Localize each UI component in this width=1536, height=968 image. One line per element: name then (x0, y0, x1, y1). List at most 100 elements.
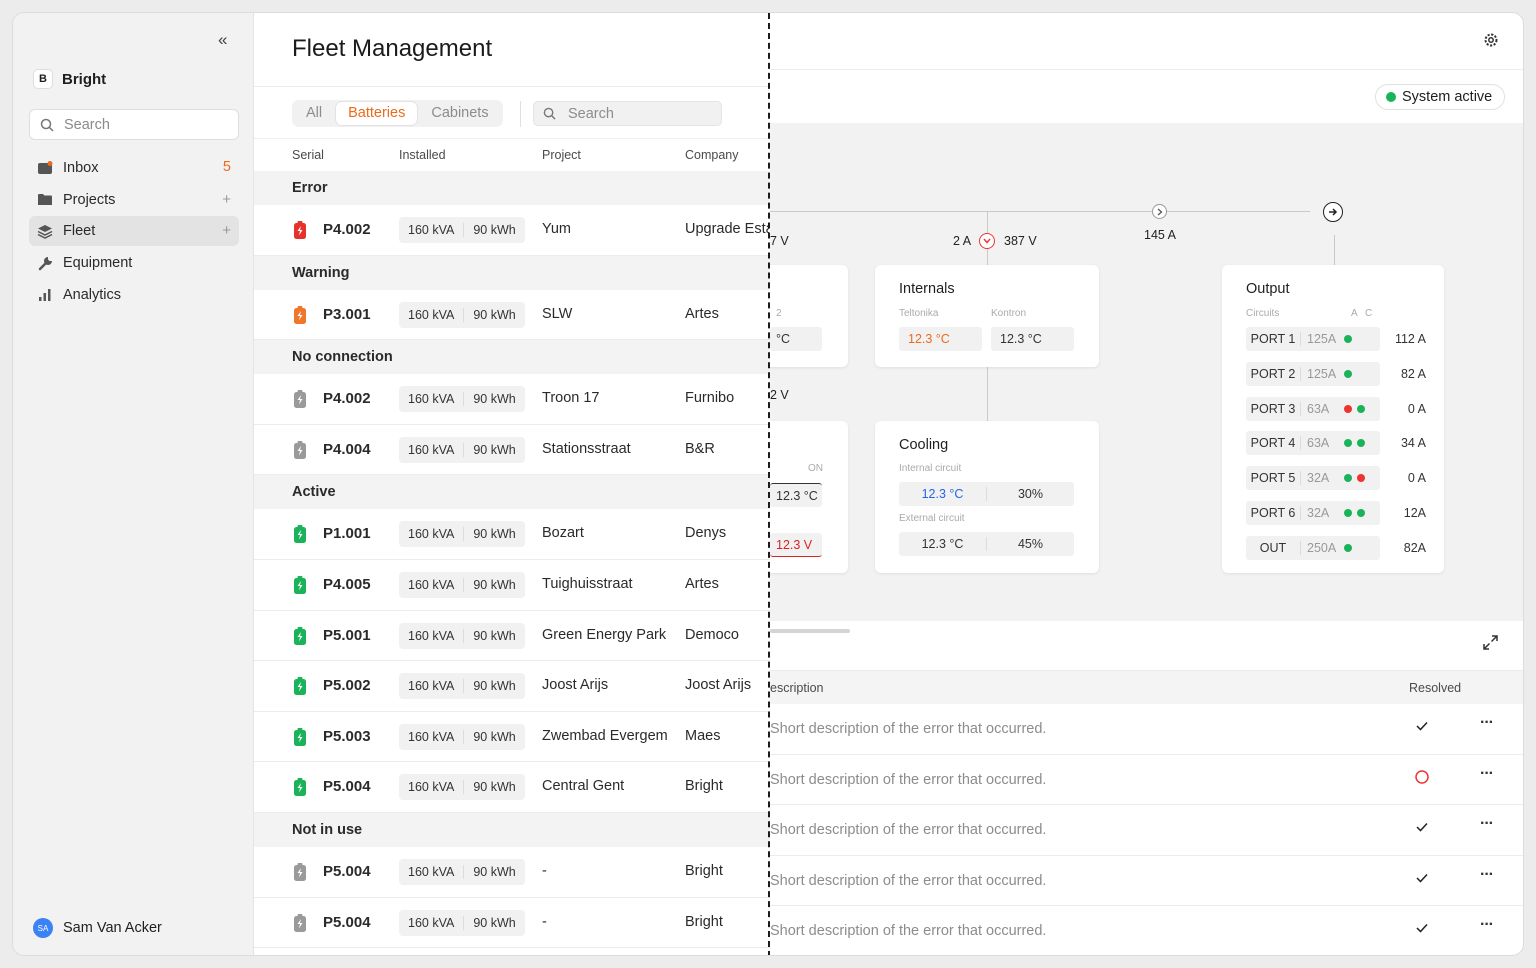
chevron-right-icon[interactable] (1152, 204, 1167, 219)
green-status-dot (1344, 474, 1352, 483)
capacity-rating: 90 kWh (463, 729, 524, 744)
check-icon (1416, 823, 1428, 832)
column-header-project[interactable]: Project (542, 148, 581, 162)
bus-line (770, 211, 1310, 212)
arrow-right-icon[interactable] (1323, 202, 1343, 222)
more-options-icon[interactable]: ··· (1480, 916, 1494, 934)
battery-icon (294, 862, 306, 881)
port-row[interactable]: PORT 1 125A (1246, 327, 1380, 351)
project-name: Joost Arijs (542, 677, 609, 694)
user-profile[interactable]: SA Sam Van Acker (33, 918, 162, 938)
error-row[interactable]: Short description of the error that occu… (770, 856, 1523, 907)
error-row[interactable]: Short description of the error that occu… (770, 906, 1523, 955)
more-options-icon[interactable]: ··· (1480, 866, 1494, 884)
port-status (1344, 439, 1365, 448)
green-status-dot (1344, 509, 1352, 517)
serial-number: P4.005 (323, 575, 371, 593)
sidebar-item-projects[interactable]: Projects + (29, 185, 239, 215)
table-row[interactable]: P5.004 160 kVA 90 kWh - Bright (254, 846, 770, 898)
double-chevron-left-icon[interactable]: « (218, 30, 227, 50)
error-row[interactable]: Short description of the error that occu… (770, 755, 1523, 806)
resolved-status[interactable] (1414, 769, 1430, 785)
add-fleet-button[interactable]: + (222, 222, 231, 239)
port-status (1344, 404, 1365, 413)
green-status-dot (1344, 369, 1352, 378)
column-header-serial[interactable]: Serial (292, 148, 324, 162)
toolbar-divider (520, 101, 521, 127)
chevron-down-icon[interactable] (979, 233, 995, 249)
tab-batteries[interactable]: Batteries (336, 102, 418, 125)
sidebar-item-equipment[interactable]: Equipment (29, 248, 239, 278)
more-options-icon[interactable]: ··· (1480, 765, 1494, 783)
column-header-installed[interactable]: Installed (399, 148, 446, 162)
table-row[interactable]: P5.004 160 kVA 90 kWh Central Gent Bright (254, 762, 770, 813)
voltage-label: 387 V (1004, 234, 1037, 248)
inbox-count-badge: 5 (222, 159, 231, 175)
capacity-rating: 90 kWh (463, 864, 524, 879)
more-options-icon[interactable]: ··· (1480, 714, 1494, 732)
cooling-card[interactable]: Cooling Internal circuit 12.3 °C 30% Ext… (875, 421, 1099, 573)
port-current: 12A (1403, 506, 1426, 520)
table-row[interactable]: P5.004 160 kVA 90 kWh - Bright (254, 897, 770, 949)
serial-number: P5.004 (323, 778, 371, 796)
port-row[interactable]: PORT 3 63A (1246, 396, 1380, 421)
serial-number: P5.004 (323, 913, 371, 931)
capacity-rating: 90 kWh (463, 527, 524, 542)
project-name: Green Energy Park (542, 626, 667, 643)
gear-icon[interactable] (1483, 32, 1499, 53)
add-project-button[interactable]: + (222, 191, 231, 208)
tab-cabinets[interactable]: Cabinets (419, 102, 500, 125)
port-row[interactable]: OUT 250A (1246, 535, 1380, 560)
tab-all[interactable]: All (294, 102, 334, 125)
table-row[interactable]: P3.001 160 kVA 90 kWh SLW Artes (254, 289, 770, 341)
port-row[interactable]: PORT 2 125A (1246, 361, 1380, 386)
group-header: Active (254, 475, 770, 510)
port-row[interactable]: PORT 5 32A (1246, 466, 1380, 491)
table-row[interactable]: P4.005 160 kVA 90 kWh Tuighuisstraat Artes (254, 559, 770, 611)
sidebar-search-input[interactable]: Search (29, 109, 239, 140)
horizontal-scrollbar[interactable] (770, 629, 850, 633)
installed-spec: 160 kVA 90 kWh (399, 673, 525, 700)
table-row[interactable]: P4.002 160 kVA 90 kWh Yum Upgrade Estate (254, 205, 770, 256)
capacity-rating: 90 kWh (463, 307, 524, 322)
brand[interactable]: B Bright (33, 69, 106, 89)
power-rating: 160 kVA (408, 392, 455, 407)
error-row[interactable]: Short description of the error that occu… (770, 704, 1523, 755)
port-row[interactable]: PORT 6 32A (1246, 501, 1380, 525)
company-name: Bright (685, 778, 723, 795)
serial-number: P4.004 (323, 440, 371, 458)
port-name: PORT 1 (1250, 332, 1296, 346)
connector-line (987, 367, 988, 421)
more-options-icon[interactable]: ··· (1480, 815, 1494, 833)
expand-icon[interactable] (1483, 635, 1498, 655)
table-row[interactable]: P5.003 160 kVA 90 kWh Zwembad Evergem Maes (254, 711, 770, 763)
sidebar-item-analytics[interactable]: Analytics (29, 280, 239, 310)
power-rating: 160 kVA (408, 780, 455, 795)
column-header-company[interactable]: Company (685, 148, 739, 162)
table-row[interactable]: P4.004 160 kVA 90 kWh Stationsstraat B&R (254, 424, 770, 476)
sidebar-item-inbox[interactable]: Inbox 5 (29, 153, 239, 183)
resolved-status[interactable] (1414, 718, 1430, 734)
resolved-status[interactable] (1414, 870, 1430, 886)
internals-card[interactable]: Internals Teltonika Kontron 12.3 °C 12.3… (875, 265, 1099, 367)
power-rating: 160 kVA (408, 729, 455, 744)
error-row[interactable]: Short description of the error that occu… (770, 805, 1523, 856)
error-description: Short description of the error that occu… (770, 822, 1047, 839)
table-row[interactable]: P5.002 160 kVA 90 kWh Joost Arijs Joost Arij… (254, 661, 770, 712)
error-description: Short description of the error that occu… (770, 923, 1047, 940)
battery-icon (294, 575, 306, 594)
fleet-search-input[interactable]: Search (533, 101, 722, 126)
port-name: OUT (1259, 540, 1287, 555)
table-row[interactable]: P5.001 160 kVA 90 kWh Green Energy Park Demo… (254, 610, 770, 662)
table-row[interactable]: P1.001 160 kVA 90 kWh Bozart Denys (254, 509, 770, 560)
column-header-resolved[interactable]: Resolved (1409, 681, 1461, 695)
capacity-rating: 90 kWh (463, 577, 524, 592)
table-row[interactable]: P4.002 160 kVA 90 kWh Troon 17 Furnibo (254, 374, 770, 425)
resolved-status[interactable] (1414, 920, 1430, 936)
port-row[interactable]: PORT 4 63A (1246, 431, 1380, 456)
power-rating: 160 kVA (408, 915, 455, 930)
column-header-description[interactable]: escription (770, 681, 824, 695)
sidebar-item-fleet[interactable]: Fleet + (29, 216, 239, 247)
output-card[interactable]: Output Circuits A C PORT 1 125A 112 A PORT … (1222, 265, 1444, 573)
resolved-status[interactable] (1414, 819, 1430, 835)
